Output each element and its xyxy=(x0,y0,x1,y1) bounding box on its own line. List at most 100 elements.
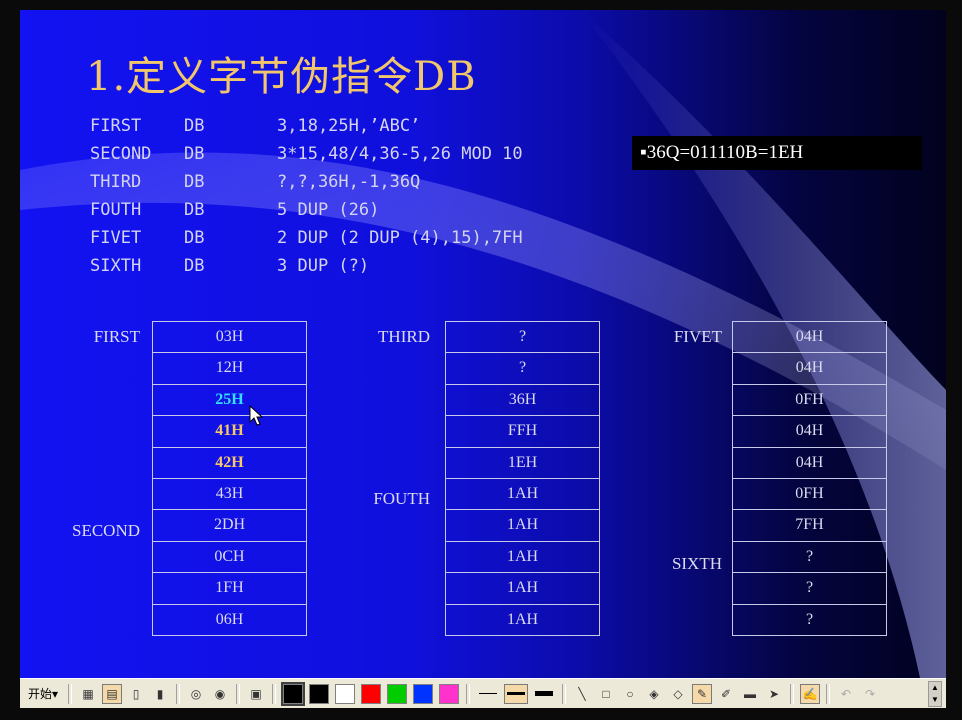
pen-color-palette xyxy=(280,681,462,706)
pen-color-swatch[interactable] xyxy=(413,683,434,704)
code-line: SECOND DB 3*15,48/4,36-5,26 MOD 10 xyxy=(90,140,523,168)
eraser-icon[interactable]: ◈ xyxy=(644,684,664,704)
mouse-cursor-icon xyxy=(249,405,263,426)
pen-color-swatch[interactable] xyxy=(309,683,330,704)
memory-cell: ? xyxy=(732,572,887,605)
pen-color-swatch[interactable] xyxy=(335,683,356,704)
memory-cell: 1AH xyxy=(445,540,600,574)
variable-label: FIRST xyxy=(93,327,140,346)
code-line: FIVET DB 2 DUP (2 DUP (4),15),7FH xyxy=(90,224,523,252)
variable-label: SECOND xyxy=(71,521,140,541)
code-label: FIRST xyxy=(90,116,142,136)
slides-icon[interactable]: ▤ xyxy=(102,683,123,704)
memory-cell: 04H xyxy=(732,352,887,385)
code-label: SECOND xyxy=(90,144,152,164)
start-menu-button[interactable]: 开始▾ xyxy=(20,685,64,702)
variable-label: THIRD xyxy=(378,327,430,346)
save-icon[interactable]: ▣ xyxy=(246,684,266,704)
highlighter-icon[interactable]: ▬ xyxy=(740,684,760,704)
memory-cell: FFH xyxy=(445,415,600,448)
code-operands: 5 DUP (26) xyxy=(277,200,380,220)
code-line: SIXTH DB 3 DUP (?) xyxy=(90,252,523,280)
memory-cell: 7FH xyxy=(732,509,887,542)
toolbar-separator xyxy=(826,683,831,704)
memory-cell: 1AH xyxy=(445,477,600,511)
memory-cell: 1FH xyxy=(152,572,307,605)
code-operands: 3 DUP (?) xyxy=(277,256,370,276)
code-directive: DB xyxy=(184,172,205,192)
memory-cell: 04H xyxy=(732,321,887,354)
medium-line-icon[interactable] xyxy=(504,683,529,704)
code-operands: ?,?,36H,-1,36Q xyxy=(277,172,421,192)
code-directive: DB xyxy=(184,228,205,248)
annotate-icon[interactable]: ✍ xyxy=(800,683,821,704)
toolbar-separator xyxy=(272,683,277,704)
pen-tool-icon[interactable]: ✎ xyxy=(692,683,713,704)
rectangle-tool-icon[interactable]: □ xyxy=(596,684,616,704)
toolbar-separator xyxy=(68,683,73,704)
memory-cell: 2DH xyxy=(152,509,307,542)
toolbar-separator xyxy=(790,683,795,704)
black-page-icon[interactable]: ▮ xyxy=(150,684,170,704)
code-line: FIRST DB 3,18,25H,’ABC’ xyxy=(90,112,523,140)
line-tool-icon[interactable]: ╲ xyxy=(572,684,592,704)
pen-color-swatch[interactable] xyxy=(439,683,460,704)
memory-table: 03H 12H 25H 41H 42H 43H 2DH 0CH 1FH 06H xyxy=(152,321,307,636)
pen-color-swatch[interactable] xyxy=(361,683,382,704)
memory-cell: 42H xyxy=(152,446,307,479)
slide-title: 1.定义字节伪指令DB xyxy=(86,54,477,100)
pen-color-swatch[interactable] xyxy=(387,683,408,704)
code-directive: DB xyxy=(184,256,205,276)
toolbar-scroll-arrows[interactable]: ▲ ▼ xyxy=(928,680,942,707)
code-operands: 3*15,48/4,36-5,26 MOD 10 xyxy=(277,144,523,164)
memory-cell: 43H xyxy=(152,477,307,511)
memory-cell: 06H xyxy=(152,603,307,636)
brush-tool-icon[interactable]: ✐ xyxy=(716,684,736,704)
code-label: SIXTH xyxy=(90,256,142,276)
code-operands: 2 DUP (2 DUP (4),15),7FH xyxy=(277,228,523,248)
code-directive: DB xyxy=(184,200,205,220)
memory-cell: 1AH xyxy=(445,572,600,605)
capture-icon[interactable]: ◎ xyxy=(186,684,206,704)
code-listing: FIRST DB 3,18,25H,’ABC’ SECOND DB 3*15,48/4,3… xyxy=(90,112,523,280)
memory-cell: ? xyxy=(445,321,600,354)
variable-label: SIXTH xyxy=(671,553,722,573)
redo-icon[interactable]: ↷ xyxy=(860,684,880,704)
memory-cell: 04H xyxy=(732,415,887,448)
code-line: FOUTH DB 5 DUP (26) xyxy=(90,196,523,224)
variable-label: FIVET xyxy=(673,327,722,346)
ellipse-tool-icon[interactable]: ○ xyxy=(620,684,640,704)
memory-cell: 1AH xyxy=(445,509,600,542)
toolbar-separator xyxy=(236,683,241,704)
pen-color-swatch[interactable] xyxy=(281,681,306,706)
memory-cell: 12H xyxy=(152,352,307,385)
pointer-icon[interactable]: ➤ xyxy=(764,684,784,704)
memory-cell: 25H xyxy=(152,383,307,417)
clear-icon[interactable]: ◇ xyxy=(668,684,688,704)
note-box: ▪36Q=011110B=1EH xyxy=(632,136,922,170)
thin-line-icon[interactable] xyxy=(476,684,500,704)
code-line: THIRD DB ?,?,36H,-1,36Q xyxy=(90,168,523,196)
record-icon[interactable]: ◉ xyxy=(210,684,230,704)
thick-line-icon[interactable] xyxy=(532,684,556,704)
memory-cell: 1EH xyxy=(445,446,600,479)
code-directive: DB xyxy=(184,144,205,164)
code-label: FOUTH xyxy=(90,200,142,220)
code-label: FIVET xyxy=(90,228,142,248)
memory-cell: 03H xyxy=(152,321,307,354)
memory-table: 04H 04H 0FH 04H 04H 0FH 7FH??? xyxy=(732,321,887,636)
page-icon[interactable]: ▯ xyxy=(126,684,146,704)
toolbar-separator xyxy=(466,683,471,704)
code-operands: 3,18,25H,’ABC’ xyxy=(277,116,421,136)
presenter-toolbar: 开始▾ ▦ ▤ ▯ ▮ ◎ ◉ ▣ ╲ □ ○ ◈ ◇ ✎ ✐ ▬ ➤ ✍ ↶ … xyxy=(20,678,946,708)
undo-icon[interactable]: ↶ xyxy=(836,684,856,704)
code-directive: DB xyxy=(184,116,205,136)
memory-cell: 36H xyxy=(445,383,600,417)
memory-table: ?? 36H FFH 1EH 1AH 1AH 1AH 1AH 1AH xyxy=(445,321,600,636)
memory-cell: ? xyxy=(732,540,887,574)
toolbar-separator xyxy=(562,683,567,704)
screen-icon[interactable]: ▦ xyxy=(78,684,98,704)
memory-cell: 0FH xyxy=(732,383,887,417)
slide: 1.定义字节伪指令DB FIRST DB 3,18,25H,’ABC’ SECOND D… xyxy=(20,10,946,678)
memory-cell: 41H xyxy=(152,415,307,448)
